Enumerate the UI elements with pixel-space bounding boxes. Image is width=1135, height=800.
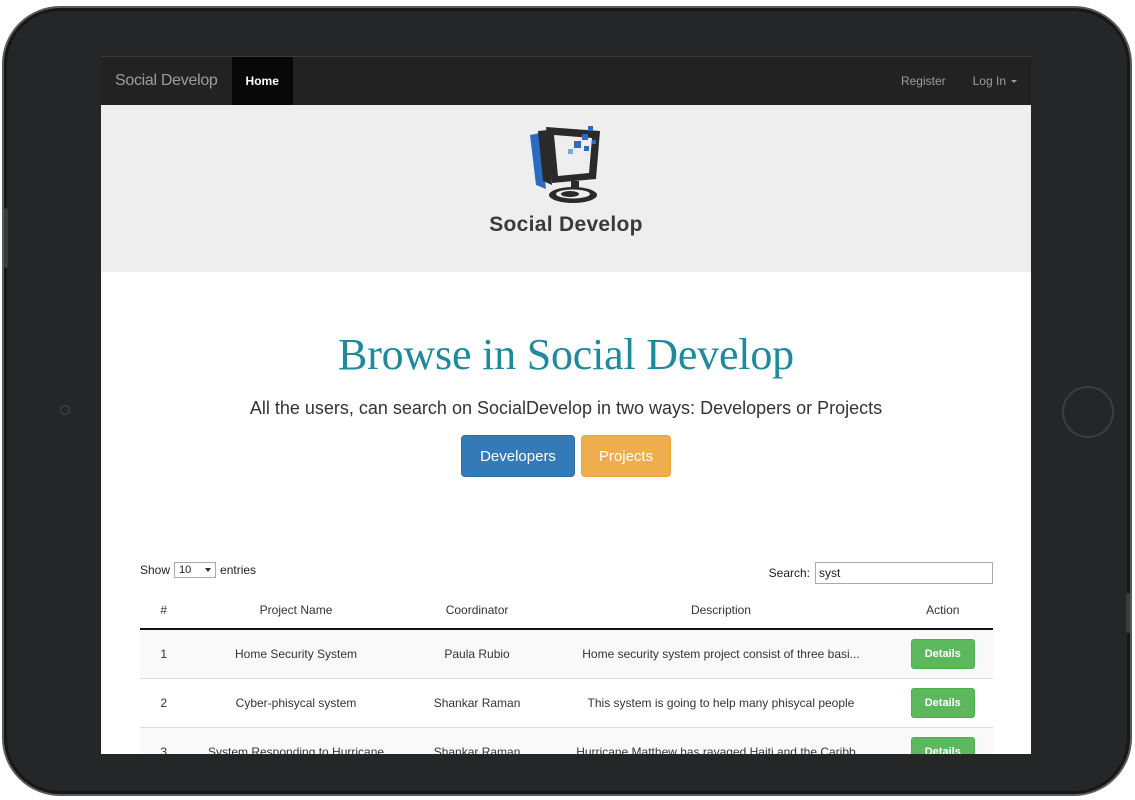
row-description: Home security system project consist of … [549, 628, 893, 679]
row-coordinator: Shankar Raman [404, 727, 550, 754]
developers-button[interactable]: Developers [461, 435, 575, 477]
register-link[interactable]: Register [901, 74, 946, 88]
page-subtitle: All the users, can search on SocialDevel… [249, 398, 883, 418]
page-title: Browse in Social Develop [338, 330, 794, 379]
table-row: 3 System Responding to Hurricane Shankar… [140, 727, 993, 754]
table-row: 1 Home Security System Paula Rubio Home … [140, 628, 993, 679]
search-mode-buttons: Developers Projects [461, 435, 671, 477]
browser-screen: Social Develop Home Register Log In Soci… [101, 56, 1031, 754]
details-button[interactable]: Details [910, 688, 975, 718]
logo-text: Social Develop [489, 213, 643, 236]
nav-home-link[interactable]: Home [231, 57, 293, 105]
navbar: Social Develop Home Register Log In [101, 56, 1031, 105]
details-button[interactable]: Details [910, 737, 975, 754]
entries-select[interactable]: 10 [174, 562, 217, 578]
header-action: Action [892, 592, 993, 630]
camera-icon [60, 405, 70, 415]
search-label: Search: [768, 566, 810, 580]
navbar-brand[interactable]: Social Develop [101, 72, 232, 90]
row-coordinator: Paula Rubio [404, 628, 550, 679]
tablet-side-button-right [1126, 593, 1130, 633]
select-caret-icon [205, 568, 212, 572]
login-label: Log In [972, 74, 1006, 88]
row-project-name: Home Security System [187, 628, 405, 679]
row-description: Hurricane Matthew has ravaged Haiti and … [549, 727, 893, 754]
login-dropdown[interactable]: Log In [973, 74, 1017, 88]
caret-down-icon [1011, 80, 1017, 84]
details-button[interactable]: Details [910, 639, 975, 669]
header-coordinator[interactable]: Coordinator [404, 592, 550, 630]
row-action: Details [892, 678, 993, 728]
row-project-name: System Responding to Hurricane [187, 727, 405, 754]
header-number[interactable]: # [140, 592, 188, 630]
row-number: 1 [140, 628, 188, 679]
entries-value: 10 [179, 564, 192, 576]
header-project-name[interactable]: Project Name [187, 592, 405, 630]
table-header-row: # Project Name Coordinator Description A… [140, 592, 993, 630]
row-coordinator: Shankar Raman [404, 678, 550, 728]
row-project-name: Cyber-phisycal system [187, 678, 405, 728]
nav-right: Register Log In [874, 74, 1031, 88]
social-develop-logo-icon [530, 126, 600, 203]
row-number: 3 [140, 727, 188, 754]
entries-length-control: Show 10 entries [140, 562, 256, 578]
hero-banner: Social Develop [101, 105, 1031, 272]
home-button-icon[interactable] [1062, 386, 1114, 438]
table-row: 2 Cyber-phisycal system Shankar Raman Th… [140, 678, 993, 728]
row-number: 2 [140, 678, 188, 728]
show-label: Show [140, 563, 171, 577]
search-input[interactable] [815, 562, 993, 584]
row-action: Details [892, 727, 993, 754]
projects-button[interactable]: Projects [581, 435, 671, 477]
row-action: Details [892, 628, 993, 679]
header-description[interactable]: Description [549, 592, 893, 630]
table-search: Search: [769, 562, 993, 584]
entries-label: entries [220, 563, 257, 577]
tablet-side-button [4, 208, 8, 268]
projects-table: # Project Name Coordinator Description A… [140, 592, 993, 754]
row-description: This system is going to help many phisyc… [549, 678, 893, 728]
